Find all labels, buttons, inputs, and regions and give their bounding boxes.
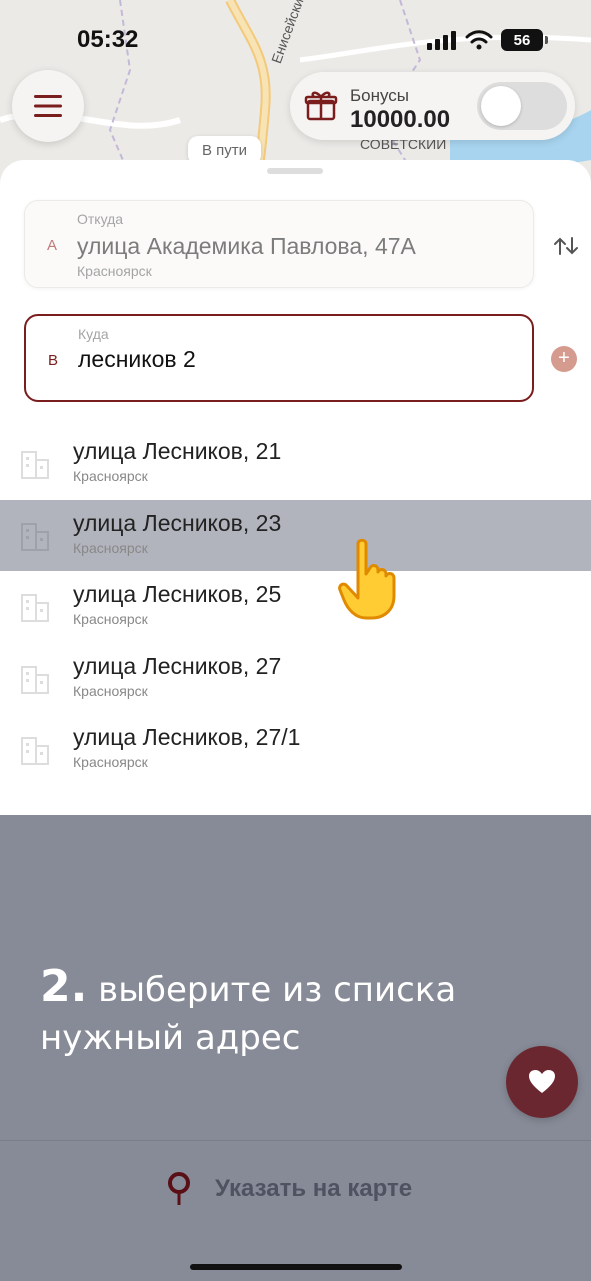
add-stop-button[interactable]: +: [551, 346, 577, 372]
home-indicator[interactable]: [190, 1264, 402, 1270]
battery-indicator: 56: [501, 29, 548, 51]
to-letter: B: [48, 352, 59, 369]
building-icon: [21, 594, 49, 622]
building-icon: [21, 665, 49, 694]
bonus-label: Бонусы: [350, 86, 410, 105]
from-letter: A: [47, 237, 58, 254]
suggestion-list: улица Лесников, 21 Красноярск улица Лесн…: [0, 428, 591, 786]
gift-icon: [304, 91, 338, 121]
from-label: Откуда: [77, 211, 124, 227]
suggestion-item[interactable]: улица Лесников, 27 Красноярск: [0, 643, 591, 715]
to-input[interactable]: лесников 2: [78, 346, 196, 373]
suggestion-city: Красноярск: [73, 754, 148, 770]
address-sheet: A Откуда улица Академика Павлова, 47А Кр…: [0, 160, 591, 815]
suggestion-city: Красноярск: [73, 468, 148, 484]
suggestion-item[interactable]: улица Лесников, 21 Красноярск: [0, 428, 591, 500]
signal-icon: [427, 31, 456, 50]
building-icon: [21, 737, 49, 765]
wifi-icon: [465, 30, 493, 50]
suggestion-title: улица Лесников, 23: [73, 509, 282, 536]
from-field[interactable]: A Откуда улица Академика Павлова, 47А Кр…: [24, 200, 534, 288]
bonus-value: 10000.00: [350, 106, 451, 133]
to-field[interactable]: B Куда лесников 2: [24, 314, 534, 402]
suggestion-city: Красноярск: [73, 611, 148, 627]
heart-icon: [529, 1070, 555, 1093]
pick-on-map-button[interactable]: Указать на карте: [165, 1169, 412, 1209]
from-value: улица Академика Павлова, 47А: [77, 233, 416, 259]
status-icons: 56: [427, 26, 548, 54]
status-bar: 05:32 56: [0, 0, 591, 80]
bonus-toggle[interactable]: [477, 82, 567, 130]
suggestion-title: улица Лесников, 25: [73, 581, 282, 607]
tutorial-instruction: 2. выберите из списка нужный адрес: [40, 963, 560, 1062]
suggestion-city: Красноярск: [73, 682, 148, 699]
swap-button[interactable]: [548, 232, 584, 260]
building-icon: [21, 451, 49, 479]
menu-button[interactable]: [12, 70, 84, 142]
suggestion-title: улица Лесников, 27/1: [73, 724, 301, 750]
menu-icon: [34, 95, 62, 117]
bonus-widget[interactable]: Бонусы 10000.00: [290, 72, 575, 140]
suggestion-title: улица Лесников, 21: [73, 438, 282, 464]
suggestion-item-selected[interactable]: улица Лесников, 23 Красноярск: [0, 499, 591, 571]
status-time: 05:32: [77, 26, 139, 53]
toggle-knob: [481, 86, 521, 126]
suggestion-city: Красноярск: [73, 539, 148, 556]
pointer-hand-icon: [338, 538, 396, 620]
sheet-grabber[interactable]: [267, 168, 323, 174]
pick-on-map-label: Указать на карте: [215, 1175, 413, 1202]
add-icon: +: [558, 347, 570, 369]
instruction-number: 2.: [40, 961, 88, 1012]
pin-icon: [168, 1172, 190, 1205]
building-icon: [21, 522, 49, 551]
swap-icon: [554, 237, 578, 255]
bottom-bar: Указать на карте: [0, 1140, 591, 1281]
to-label: Куда: [78, 326, 109, 342]
instruction-text: выберите из списка нужный адрес: [40, 970, 457, 1058]
from-city: Красноярск: [77, 263, 152, 279]
suggestion-title: улица Лесников, 27: [73, 652, 282, 679]
favorites-button[interactable]: [506, 1046, 578, 1118]
suggestion-item[interactable]: улица Лесников, 27/1 Красноярск: [0, 714, 591, 786]
suggestion-item[interactable]: улица Лесников, 25 Красноярск: [0, 571, 591, 643]
